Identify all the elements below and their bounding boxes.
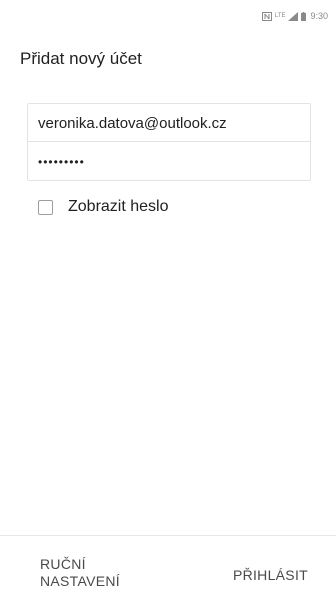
login-button[interactable]: PŘIHLÁSIT [233, 567, 308, 583]
page-title: Přidat nový účet [20, 49, 142, 68]
app-bar: Přidat nový účet [0, 40, 336, 82]
battery-icon [301, 11, 307, 21]
show-password-toggle[interactable]: Zobrazit heslo [38, 198, 169, 216]
bottom-bar: RUČNÍ NASTAVENÍ PŘIHLÁSIT [0, 535, 336, 592]
manual-setup-label-line1: RUČNÍ [40, 556, 86, 572]
lte-icon: LTE [274, 13, 286, 19]
show-password-checkbox[interactable] [38, 199, 53, 215]
signal-icon [288, 11, 299, 21]
email-row [28, 104, 310, 142]
nfc-icon [261, 11, 272, 21]
password-row [28, 143, 310, 181]
email-field[interactable] [38, 104, 306, 142]
manual-setup-button[interactable]: RUČNÍ NASTAVENÍ [40, 556, 140, 590]
status-bar: LTE 9:30 [0, 0, 336, 30]
status-time: 9:30 [310, 11, 328, 21]
password-field[interactable] [38, 143, 306, 181]
login-form [27, 103, 311, 181]
show-password-label: Zobrazit heslo [68, 198, 169, 215]
status-icons: LTE 9:30 [261, 11, 328, 21]
manual-setup-label-line2: NASTAVENÍ [40, 573, 120, 589]
